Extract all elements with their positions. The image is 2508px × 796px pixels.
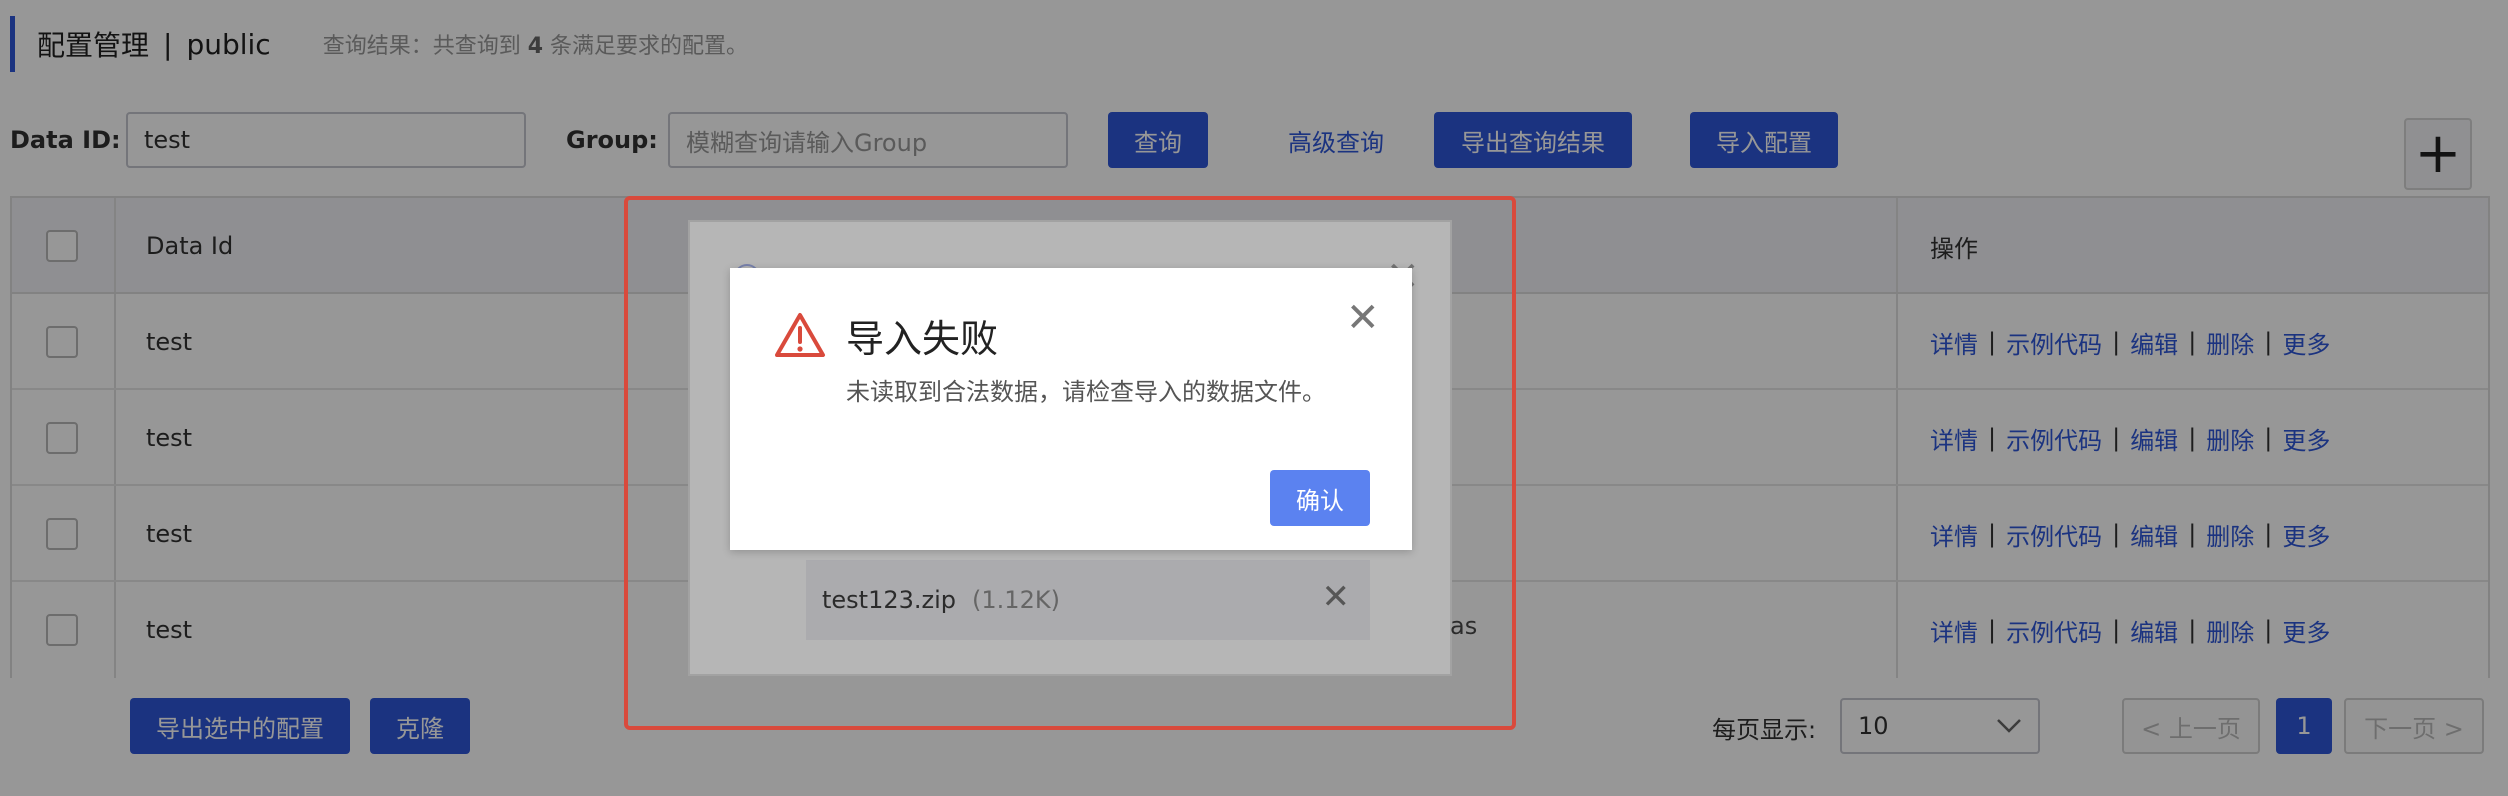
highlight-annotation — [624, 196, 1516, 730]
